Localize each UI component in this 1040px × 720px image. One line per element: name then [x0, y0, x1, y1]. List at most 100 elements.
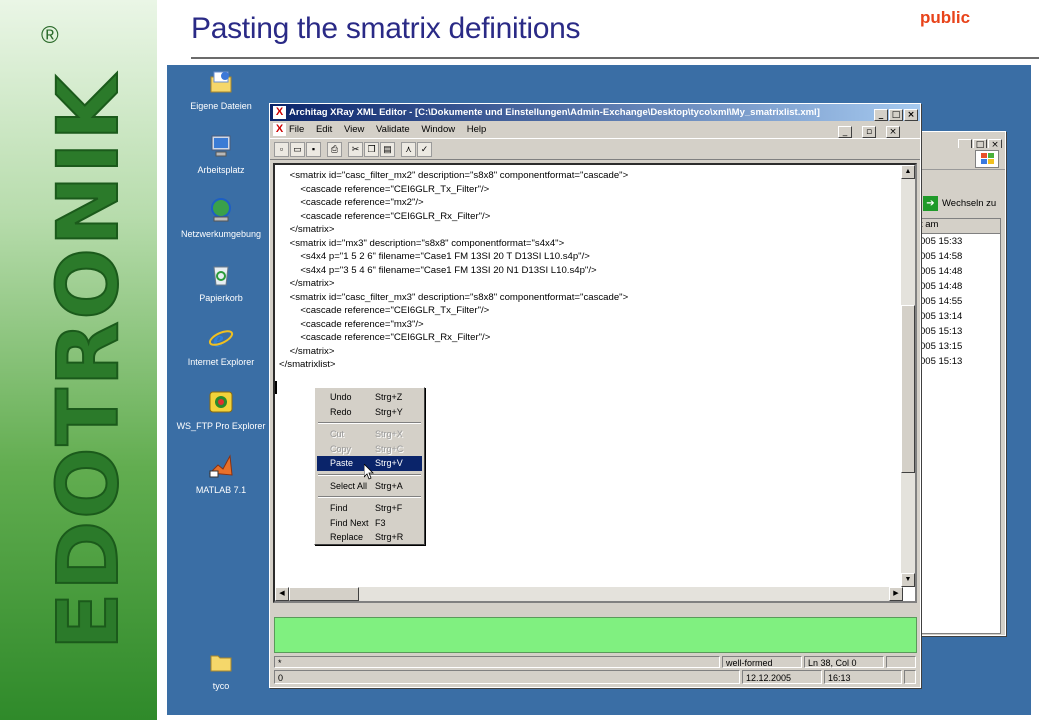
desktop-icon-arbeitsplatz[interactable]: Arbeitsplatz — [173, 133, 269, 175]
recycle-bin-icon — [208, 261, 234, 287]
matlab-icon — [208, 453, 234, 479]
classification-label: public — [920, 8, 971, 27]
list-item[interactable]: 005 13:15 — [918, 339, 1000, 354]
menu-item-find-next[interactable]: Find Next F3 — [317, 516, 422, 531]
new-file-icon[interactable]: ▫ — [274, 142, 289, 157]
folder-icon — [208, 649, 234, 675]
menu-separator — [318, 496, 421, 498]
folder-docs-icon — [208, 69, 234, 95]
open-folder-icon[interactable]: ▭ — [290, 142, 305, 157]
menu-help[interactable]: Help — [467, 124, 487, 135]
menu-item-select-all[interactable]: Select All Strg+A — [317, 479, 422, 494]
desktop-icon-tyco[interactable]: tyco — [173, 649, 269, 691]
menu-item-cut: Cut Strg+X — [330, 429, 403, 439]
vertical-scroll-thumb[interactable] — [901, 305, 915, 473]
horizontal-scroll-thumb[interactable] — [289, 587, 359, 601]
close-button[interactable]: × — [904, 109, 918, 121]
menu-view[interactable]: View — [344, 124, 364, 135]
menu-item-find[interactable]: Find Strg+F — [317, 501, 422, 516]
scroll-left-arrow-icon[interactable]: ◀ — [275, 587, 289, 601]
code-line[interactable]: <s4x4 p="1 5 2 6" filename="Case1 FM 13S… — [279, 250, 899, 264]
code-line[interactable]: </smatrix> — [279, 345, 899, 359]
code-line[interactable]: </smatrix> — [279, 223, 899, 237]
desktop-icon-eigene-dateien[interactable]: Eigene Dateien — [173, 69, 269, 111]
code-line[interactable]: </smatrix> — [279, 277, 899, 291]
menu-item-redo[interactable]: Redo Strg+Y — [317, 405, 422, 420]
modified-indicator: * — [274, 656, 720, 668]
list-item[interactable]: 005 15:33 — [918, 234, 1000, 249]
minimize-button[interactable]: _ — [874, 109, 888, 121]
code-line[interactable]: </smatrixlist> — [279, 358, 899, 372]
cursor-position: Ln 38, Col 0 — [804, 656, 884, 668]
brand-text: EDOTRONIK — [38, 72, 138, 651]
code-line[interactable]: <smatrix id="casc_filter_mx3" descriptio… — [279, 291, 899, 305]
code-line[interactable]: <s4x4 p="3 5 4 6" filename="Case1 FM 13S… — [279, 264, 899, 278]
network-icon — [208, 197, 234, 223]
ftp-icon — [208, 389, 234, 415]
desktop-icon-netzwerkumgebung[interactable]: Netzwerkumgebung — [173, 197, 269, 239]
menu-window[interactable]: Window — [421, 124, 455, 135]
desktop-icon-papierkorb[interactable]: Papierkorb — [173, 261, 269, 303]
list-item[interactable]: 005 15:13 — [918, 354, 1000, 369]
text-caret — [275, 381, 277, 394]
ie-icon: e — [208, 325, 234, 353]
slide-title: Pasting the smatrix definitions — [191, 12, 581, 45]
wellformed-status: well-formed — [722, 656, 802, 668]
menu-validate[interactable]: Validate — [376, 124, 410, 135]
background-window-titlebar: _ □ × — [917, 132, 1005, 151]
code-line[interactable]: <cascade reference="CEI6GLR_Tx_Filter"/> — [279, 183, 899, 197]
scroll-up-arrow-icon[interactable]: ▲ — [901, 165, 915, 179]
desktop-icon-matlab[interactable]: MATLAB 7.1 — [173, 453, 269, 495]
go-button[interactable]: ➔ Wechseln zu — [923, 196, 996, 211]
print-icon[interactable]: ⎙ — [327, 142, 342, 157]
list-item[interactable]: 005 14:48 — [918, 264, 1000, 279]
maximize-button[interactable]: □ — [889, 109, 903, 121]
validation-output-pane[interactable] — [274, 617, 917, 653]
list-item[interactable]: 005 14:48 — [918, 279, 1000, 294]
window-title: Architag XRay XML Editor - [C:\Dokumente… — [289, 107, 820, 118]
menu-bar: X File Edit View Validate Window Help _ ▫… — [270, 121, 920, 138]
save-icon[interactable]: ▪ — [306, 142, 321, 157]
list-item[interactable]: 005 14:58 — [918, 249, 1000, 264]
menu-edit[interactable]: Edit — [316, 124, 332, 135]
code-line[interactable]: <smatrix id="casc_filter_mx2" descriptio… — [279, 169, 899, 183]
go-arrow-icon: ➔ — [923, 196, 938, 211]
code-line[interactable]: <cascade reference="mx3"/> — [279, 318, 899, 332]
horizontal-scrollbar[interactable]: ◀ ▶ — [275, 587, 903, 601]
code-line[interactable]: <smatrix id="mx3" description="s8x8" com… — [279, 237, 899, 251]
menu-file[interactable]: File — [289, 124, 304, 135]
desktop-icon-ws-ftp[interactable]: WS_FTP Pro Explorer — [173, 389, 269, 431]
doc-restore-button[interactable]: ▫ — [862, 126, 876, 138]
doc-close-button[interactable]: × — [886, 126, 900, 138]
list-item[interactable]: 005 15:13 — [918, 324, 1000, 339]
brand-sidebar: ® EDOTRONIK — [0, 0, 157, 720]
editor-titlebar[interactable]: X Architag XRay XML Editor - [C:\Dokumen… — [270, 104, 920, 121]
copy-icon[interactable]: ❐ — [364, 142, 379, 157]
paste-icon[interactable]: ▤ — [380, 142, 395, 157]
check-icon[interactable]: ✓ — [417, 142, 432, 157]
menu-item-undo[interactable]: Undo Strg+Z — [317, 390, 422, 405]
toolbar: ▫ ▭ ▪ ⎙ ✂ ❐ ▤ ⋏ ✓ — [270, 138, 920, 160]
title-divider — [191, 57, 1039, 59]
resize-grip[interactable] — [904, 670, 916, 684]
vertical-scrollbar[interactable]: ▲ ▼ — [901, 165, 915, 587]
code-line[interactable]: <cascade reference="CEI6GLR_Rx_Filter"/> — [279, 331, 899, 345]
cut-icon[interactable]: ✂ — [348, 142, 363, 157]
code-line[interactable]: <cascade reference="CEI6GLR_Rx_Filter"/> — [279, 210, 899, 224]
code-line[interactable]: <cascade reference="CEI6GLR_Tx_Filter"/> — [279, 304, 899, 318]
scroll-right-arrow-icon[interactable]: ▶ — [889, 587, 903, 601]
status-count: 0 — [274, 670, 740, 684]
mouse-pointer-icon — [364, 464, 374, 480]
status-bar-bottom: 0 12.12.2005 16:13 — [274, 670, 917, 684]
validate-icon[interactable]: ⋏ — [401, 142, 416, 157]
list-item[interactable]: 005 13:14 — [918, 309, 1000, 324]
computer-icon — [208, 133, 234, 159]
menu-item-replace[interactable]: Replace Strg+R — [317, 530, 422, 545]
desktop-icon-internet-explorer[interactable]: e Internet Explorer — [173, 325, 269, 367]
file-list: t am 005 15:33 005 14:58 005 14:48 005 1… — [917, 218, 1001, 634]
scroll-down-arrow-icon[interactable]: ▼ — [901, 573, 915, 587]
code-line[interactable]: <cascade reference="mx2"/> — [279, 196, 899, 210]
column-header-date[interactable]: t am — [918, 219, 1000, 234]
list-item[interactable]: 005 14:55 — [918, 294, 1000, 309]
doc-minimize-button[interactable]: _ — [838, 126, 852, 138]
